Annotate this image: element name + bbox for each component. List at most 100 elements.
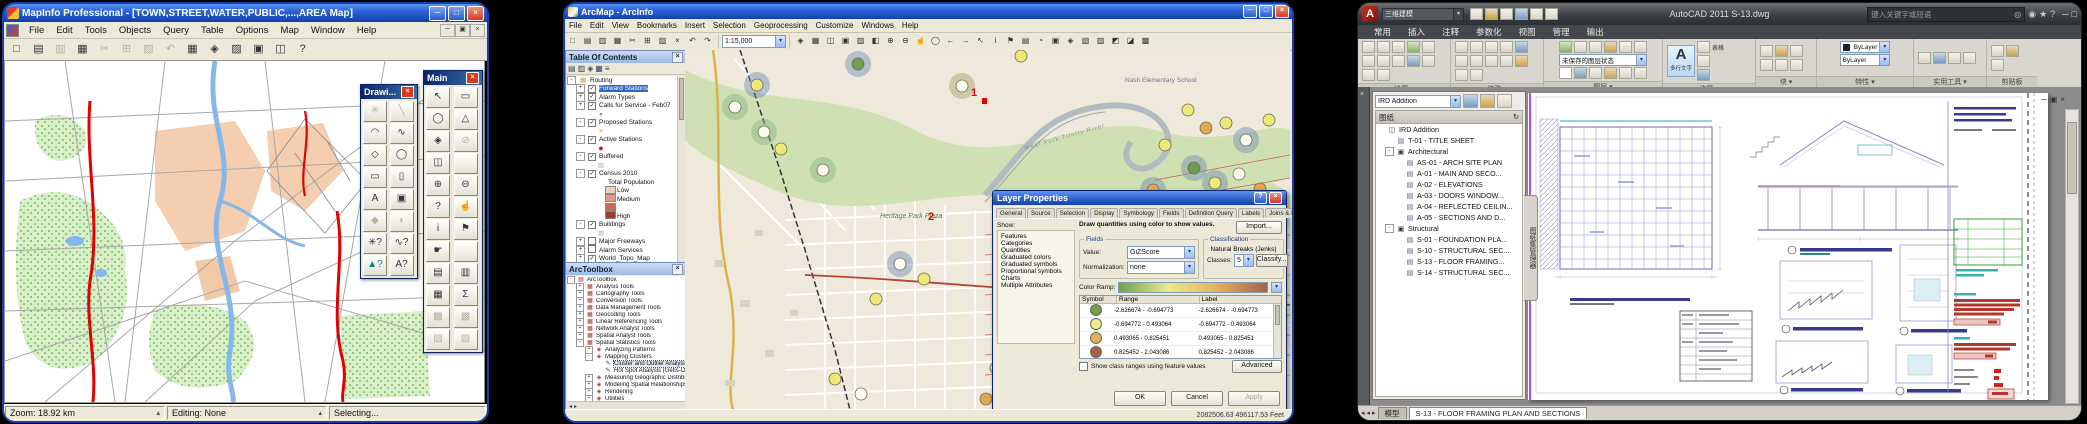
infocenter-search[interactable]: 键入关键字或短语 ◎: [1867, 7, 2025, 22]
menu-item[interactable]: Edit: [50, 24, 78, 37]
close-icon[interactable]: ×: [401, 86, 414, 98]
toolbox-item-row[interactable]: -Mapping Clusters: [567, 353, 685, 360]
mapinfo-title-bar[interactable]: MapInfo Professional - [TOWN,STREET,WATE…: [4, 4, 487, 22]
ellipse-tool[interactable]: ◯: [390, 145, 414, 166]
toc-title-bar[interactable]: Table Of Contents×: [566, 51, 686, 63]
menu-item[interactable]: Bookmarks: [633, 21, 681, 30]
dialog-tab[interactable]: Joins & Relates: [1265, 208, 1294, 218]
toolbox-item-row[interactable]: +Cartography Tools: [567, 290, 685, 297]
layer-icon[interactable]: [587, 119, 597, 127]
qat-undo-button[interactable]: [1530, 8, 1543, 20]
copy-button[interactable]: ⊞: [116, 40, 137, 59]
menu-item[interactable]: Map: [274, 24, 304, 37]
symbology-row[interactable]: -2.626674 - -0.694773 -2.626674 - -0.694…: [1080, 304, 1281, 318]
toolbox-label[interactable]: Network Analyst Tools: [596, 326, 655, 332]
ribbon-tab[interactable]: 插入: [1400, 25, 1433, 39]
chevron-down-icon[interactable]: ▾: [1184, 247, 1194, 258]
column-header-range[interactable]: Range: [1117, 296, 1200, 303]
toc-layer-row[interactable]: [567, 127, 678, 136]
tree-expander-icon[interactable]: -: [567, 76, 576, 85]
layer-label[interactable]: Alarm Types: [599, 94, 635, 101]
chevron-down-icon[interactable]: ▾: [1636, 55, 1646, 65]
toc-layer-row[interactable]: [567, 110, 678, 119]
polygon-select-tool[interactable]: △: [454, 109, 478, 130]
toolbar-button[interactable]: ⊕: [883, 34, 898, 49]
minimize-icon[interactable]: ─: [2062, 9, 2068, 19]
toc-layer-row[interactable]: [567, 229, 678, 238]
rounded-rectangle-tool[interactable]: ▯: [390, 167, 414, 188]
reshape-tool[interactable]: ◆: [363, 211, 387, 232]
toolbar-button[interactable]: ◪: [1123, 34, 1138, 49]
toc-layer-row[interactable]: - Active Stations: [567, 136, 678, 145]
show-list-item[interactable]: Categories: [1000, 240, 1072, 247]
toolbox-item-row[interactable]: +Linear Referencing Tools: [567, 318, 685, 325]
tree-expander-icon[interactable]: [1385, 136, 1394, 145]
import-button[interactable]: Import...: [1236, 221, 1282, 234]
layer-icon[interactable]: [587, 153, 597, 161]
tree-expander-icon[interactable]: -: [576, 135, 585, 144]
toolbar-button[interactable]: ✂: [625, 34, 640, 49]
table-label[interactable]: 表格: [1712, 43, 1724, 52]
sheet-icon[interactable]: [1396, 136, 1406, 145]
drag-map-window-tool[interactable]: ◫: [426, 153, 450, 174]
polygon-tool[interactable]: ◇: [363, 145, 387, 166]
toolbox-label[interactable]: Modeling Spatial Relationships: [605, 382, 685, 388]
toolbox-icon[interactable]: [595, 374, 603, 381]
paste-button[interactable]: ▧: [138, 40, 159, 59]
apply-button[interactable]: Apply: [1228, 391, 1280, 406]
toolbar-button[interactable]: i: [988, 34, 1003, 49]
acad-drawing[interactable]: [1528, 93, 2048, 400]
toc-layer-row[interactable]: +Alarm Types: [567, 93, 678, 102]
toolbox-label[interactable]: Measuring Geographic Distributions: [605, 375, 685, 381]
ribbon-tab[interactable]: 视图: [1511, 25, 1544, 39]
toolbox-icon[interactable]: [595, 346, 603, 353]
polyline-tool[interactable]: ∿: [390, 123, 414, 144]
new-layout-button[interactable]: ▣: [248, 40, 269, 59]
toc-layer-row[interactable]: +Major Freeways: [567, 238, 678, 247]
chevron-down-icon[interactable]: ▾: [1184, 262, 1194, 273]
undo-button[interactable]: ↶: [160, 40, 181, 59]
ribbon-tab[interactable]: 注释: [1434, 25, 1467, 39]
open-table-button[interactable]: ▤: [28, 40, 49, 59]
arctoolbox-title-bar[interactable]: ArcToolbox×: [566, 263, 686, 275]
table-scrollbar[interactable]: [1273, 304, 1281, 358]
toc-toolbar-icon[interactable]: ▦: [595, 64, 603, 73]
classify-button[interactable]: Classify...: [1256, 254, 1288, 267]
classes-combobox[interactable]: 5▾: [1234, 254, 1254, 267]
new-redistricter-button[interactable]: ◫: [270, 40, 291, 59]
layer-control-tool[interactable]: ▤: [426, 263, 450, 284]
sheet-icon[interactable]: [1405, 213, 1415, 222]
layer-state-combobox[interactable]: 未保存的图层状态▾: [1559, 54, 1647, 66]
toolbar-button[interactable]: ☝: [913, 34, 928, 49]
workspace-combobox[interactable]: 三维建模▾: [1382, 8, 1464, 21]
mtext-button[interactable]: A多行文字: [1667, 45, 1695, 77]
sheet-icon[interactable]: [1405, 169, 1415, 178]
layer-label[interactable]: Low: [617, 187, 629, 194]
save-table-button[interactable]: ▥: [50, 40, 71, 59]
menu-item[interactable]: Window: [305, 24, 351, 37]
close-icon[interactable]: ×: [1269, 192, 1282, 204]
tree-expander-icon[interactable]: [1394, 235, 1403, 244]
help-icon[interactable]: ?: [2050, 9, 2055, 19]
sheet-row[interactable]: S-01 - FOUNDATION PLA...: [1376, 234, 1522, 245]
show-list-item[interactable]: Quantities: [1000, 247, 1072, 254]
column-header-symbol[interactable]: Symbol: [1080, 296, 1117, 303]
close-icon[interactable]: ×: [672, 52, 683, 63]
layer-label[interactable]: High: [617, 213, 630, 220]
layer-label[interactable]: Active Stations: [599, 136, 642, 143]
symbol-tool[interactable]: ✳: [363, 101, 387, 122]
sheet-label[interactable]: S-10 - STRUCTURAL SEC...: [1417, 246, 1509, 255]
symbology-row[interactable]: 0.493065 - 0.825451 0.493065 - 0.825451: [1080, 332, 1281, 346]
pan-tool[interactable]: ☝: [454, 197, 478, 218]
toolbox-label[interactable]: Data Management Tools: [596, 305, 661, 311]
tree-expander-icon[interactable]: -: [576, 118, 585, 127]
show-list-item[interactable]: Graduated symbols: [1000, 261, 1072, 268]
sheet-icon[interactable]: [1405, 202, 1415, 211]
toolbar-button[interactable]: ▤: [1018, 34, 1033, 49]
dialog-tab[interactable]: Selection: [1056, 208, 1089, 218]
toc-layer-row[interactable]: Low: [567, 187, 678, 196]
layer-icon[interactable]: [596, 143, 606, 153]
toolbox-item-row[interactable]: +Analysis Tools: [567, 283, 685, 290]
ok-button[interactable]: OK: [1114, 391, 1166, 406]
ribbon-tab[interactable]: 参数化: [1468, 25, 1510, 39]
